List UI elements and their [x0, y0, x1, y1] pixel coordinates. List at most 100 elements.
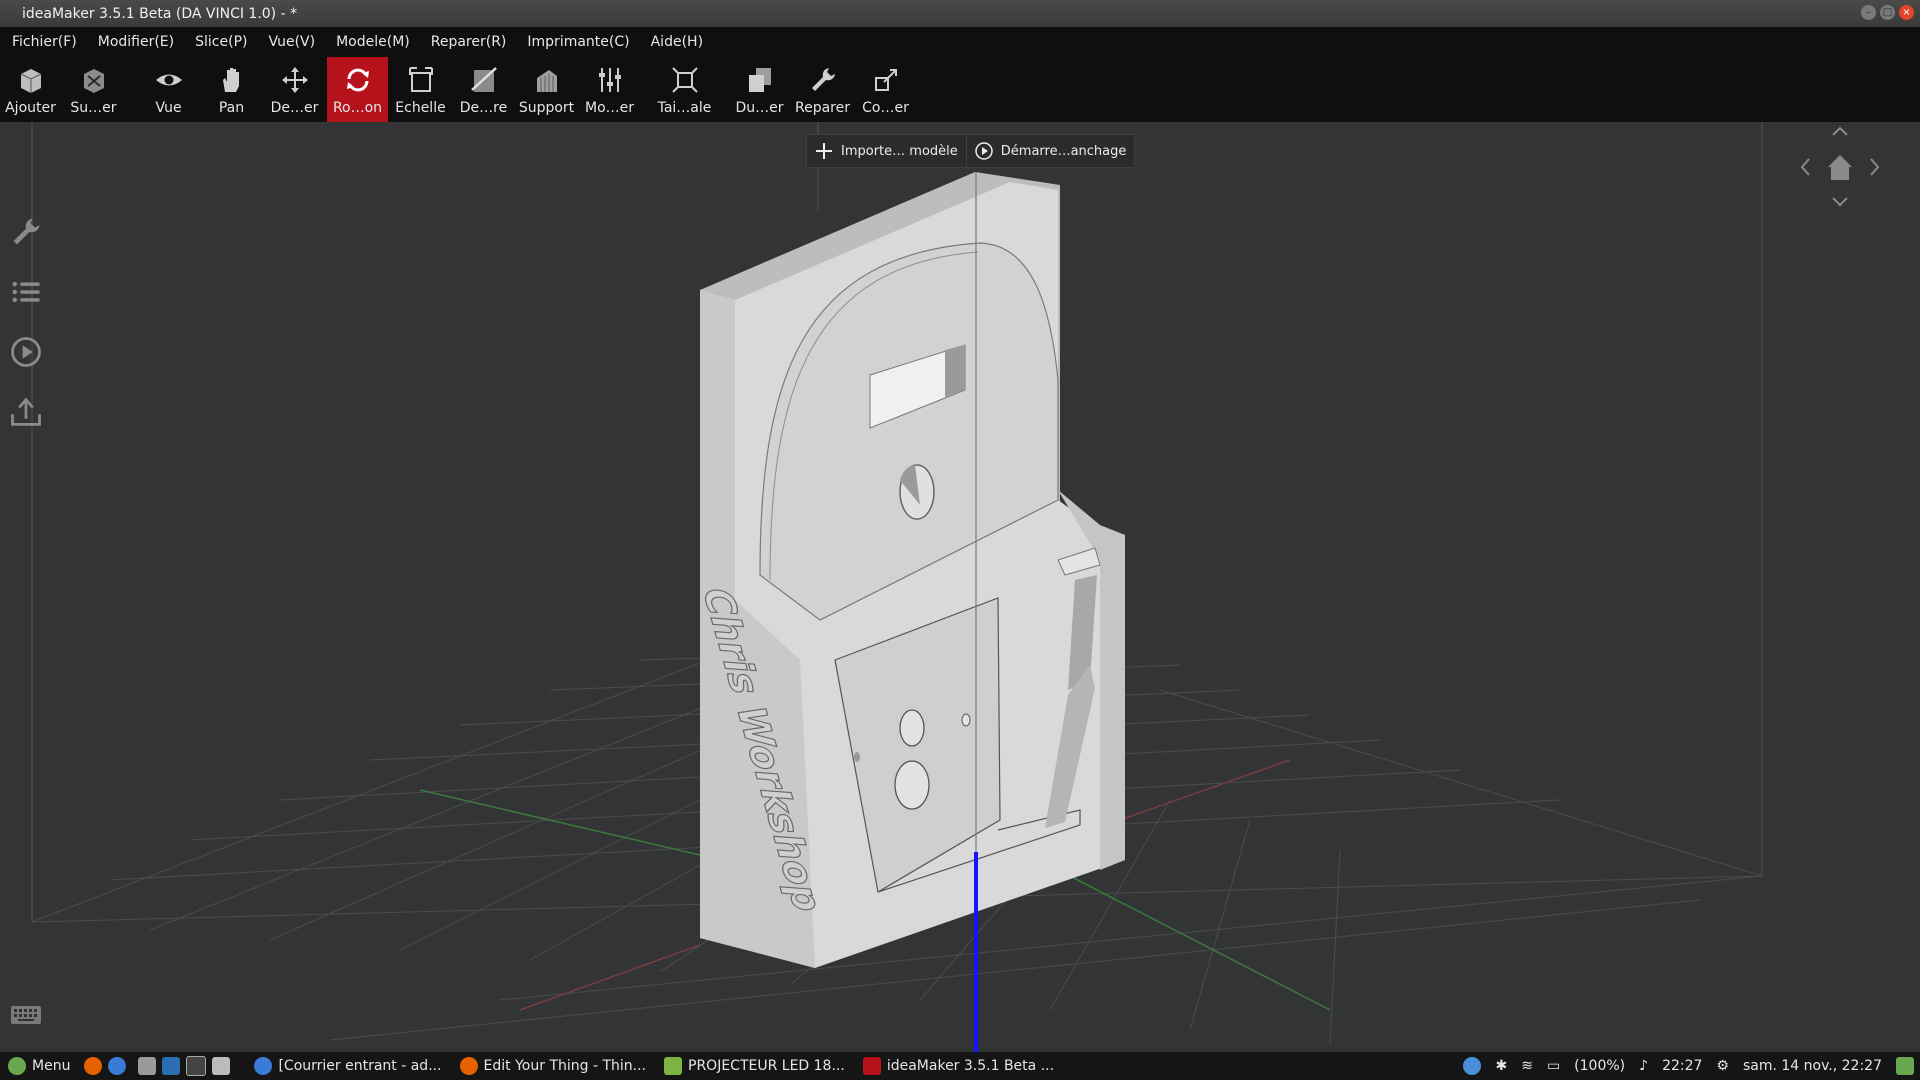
tool-modifier-label: Mo…er	[584, 100, 634, 116]
system-monitor-icon[interactable]	[162, 1057, 181, 1075]
wifi-icon[interactable]: ≋	[1521, 1058, 1533, 1074]
duplicate-icon	[748, 68, 771, 92]
3d-model[interactable]: Chris Workshop	[692, 172, 1125, 968]
eye-icon	[155, 74, 182, 86]
tool-duplicate-button[interactable]: Du…er	[729, 57, 790, 122]
chevron-left-icon[interactable]	[1800, 158, 1810, 176]
add-model-icon	[20, 69, 41, 93]
taskbar-task-folder-label: PROJECTEUR LED 18...	[688, 1058, 845, 1074]
system-tray: ✱ ≋ ▭ (100%) ♪ 22:27 ⚙ sam. 14 nov., 22:…	[1463, 1052, 1914, 1080]
wrench-icon	[811, 68, 835, 91]
clock-time[interactable]: 22:27	[1662, 1058, 1702, 1074]
tool-scale-label: Echelle	[395, 100, 446, 116]
tool-remove-label: Su…er	[70, 100, 117, 116]
maximize-button[interactable]: □	[1880, 5, 1895, 20]
play-circle-icon[interactable]	[8, 334, 44, 370]
keyboard-icon[interactable]	[10, 1003, 42, 1027]
chevron-down-icon[interactable]	[1832, 197, 1848, 207]
taskbar-task-firefox-label: Edit Your Thing - Thin...	[483, 1058, 647, 1074]
menu-imprimante[interactable]: Imprimante(C)	[518, 34, 638, 50]
menu-bar: Fichier(F) Modifier(E) Slice(P) Vue(V) M…	[0, 27, 1920, 57]
settings-gear-icon[interactable]: ⚙	[1716, 1058, 1729, 1074]
upload-icon[interactable]	[8, 394, 44, 430]
support-icon	[536, 70, 557, 92]
list-icon[interactable]	[8, 274, 44, 310]
battery-icon[interactable]: ▭	[1547, 1058, 1560, 1074]
firefox-icon	[459, 1057, 478, 1075]
left-side-panel	[0, 122, 52, 1052]
tool-remove-button[interactable]: Su…er	[63, 57, 124, 122]
menu-slice[interactable]: Slice(P)	[186, 34, 256, 50]
calculator-icon[interactable]	[212, 1057, 231, 1075]
tool-view-label: Vue	[155, 100, 182, 116]
tool-repair-button[interactable]: Reparer	[792, 57, 853, 122]
tool-add-button[interactable]: Ajouter	[0, 57, 61, 122]
tool-layflat-button[interactable]: Tai…ale	[654, 57, 715, 122]
tool-connect-label: Co…er	[862, 100, 909, 116]
taskbar-task-firefox[interactable]: Edit Your Thing - Thin...	[459, 1052, 647, 1080]
tool-support-button[interactable]: Support	[516, 57, 577, 122]
tool-connect-button[interactable]: Co…er	[855, 57, 916, 122]
wrench-icon[interactable]	[8, 214, 44, 250]
menu-reparer[interactable]: Reparer(R)	[422, 34, 516, 50]
scale-icon	[408, 67, 433, 92]
start-menu-button[interactable]: Menu	[8, 1052, 70, 1080]
firefox-icon[interactable]	[84, 1057, 103, 1075]
import-model-button[interactable]: Importe… modèle	[807, 135, 966, 167]
quick-actions-bar: Importe… modèle Démarre…anchage	[806, 134, 1136, 168]
tool-pan-button[interactable]: Pan	[201, 57, 262, 122]
tool-view-button[interactable]: Vue	[138, 57, 199, 122]
tool-move-label: De…er	[270, 100, 319, 116]
tool-support-label: Support	[518, 100, 575, 116]
network-globe-icon[interactable]	[1463, 1057, 1482, 1075]
layflat-icon	[671, 67, 698, 93]
tool-pan-label: Pan	[218, 100, 245, 116]
connect-icon	[874, 69, 897, 91]
folder-icon	[664, 1057, 683, 1075]
close-button[interactable]: ×	[1899, 5, 1914, 20]
window-title: ideaMaker 3.5.1 Beta (DA VINCI 1.0) - *	[22, 5, 298, 22]
tool-layflat-label: Tai…ale	[657, 100, 712, 116]
taskbar-task-folder[interactable]: PROJECTEUR LED 18...	[664, 1052, 845, 1080]
tool-move-button[interactable]: De…er	[264, 57, 325, 122]
volume-icon[interactable]: ♪	[1639, 1058, 1648, 1074]
taskbar-task-mail[interactable]: [Courrier entrant - ad...	[254, 1052, 442, 1080]
bluetooth-icon[interactable]: ✱	[1495, 1058, 1507, 1074]
modifier-icon	[598, 68, 621, 92]
hand-icon	[222, 68, 239, 92]
taskbar-task-ideamaker-label: ideaMaker 3.5.1 Beta ...	[886, 1058, 1055, 1074]
tool-cut-button[interactable]: De…re	[453, 57, 514, 122]
tool-duplicate-label: Du…er	[735, 100, 784, 116]
menu-fichier[interactable]: Fichier(F)	[3, 34, 86, 50]
start-slicing-button[interactable]: Démarre…anchage	[965, 135, 1135, 167]
tool-scale-button[interactable]: Echelle	[390, 57, 451, 122]
build-scene: Chris Workshop	[31, 122, 1763, 1052]
view-navigation-control[interactable]	[1795, 125, 1885, 210]
thunderbird-icon[interactable]	[108, 1057, 127, 1075]
clock-datetime[interactable]: sam. 14 nov., 22:27	[1743, 1058, 1882, 1074]
tool-rotate-button[interactable]: Ro…on	[327, 57, 388, 122]
chevron-up-icon[interactable]	[1832, 126, 1848, 136]
mail-icon	[254, 1057, 273, 1075]
plus-icon	[816, 143, 832, 159]
tool-modifier-button[interactable]: Mo…er	[579, 57, 640, 122]
minimize-button[interactable]: –	[1861, 5, 1876, 20]
taskbar-task-ideamaker[interactable]: ideaMaker 3.5.1 Beta ...	[862, 1052, 1055, 1080]
play-circle-icon	[975, 142, 993, 160]
tool-add-label: Ajouter	[5, 100, 56, 116]
file-manager-icon[interactable]	[138, 1057, 157, 1075]
menu-vue[interactable]: Vue(V)	[259, 34, 324, 50]
chevron-right-icon[interactable]	[1870, 158, 1880, 176]
menu-modele[interactable]: Modele(M)	[327, 34, 419, 50]
menu-aide[interactable]: Aide(H)	[642, 34, 712, 50]
home-icon[interactable]	[1828, 155, 1852, 180]
3d-viewport[interactable]: Chris Workshop	[0, 122, 1920, 1052]
terminal-icon[interactable]	[186, 1056, 207, 1076]
tool-cut-label: De…re	[459, 100, 508, 116]
tool-repair-label: Reparer	[795, 100, 850, 116]
battery-level: (100%)	[1574, 1058, 1626, 1074]
update-manager-icon[interactable]	[1896, 1057, 1914, 1075]
start-menu-label: Menu	[32, 1058, 71, 1074]
remove-model-icon	[83, 69, 104, 93]
menu-modifier[interactable]: Modifier(E)	[89, 34, 183, 50]
